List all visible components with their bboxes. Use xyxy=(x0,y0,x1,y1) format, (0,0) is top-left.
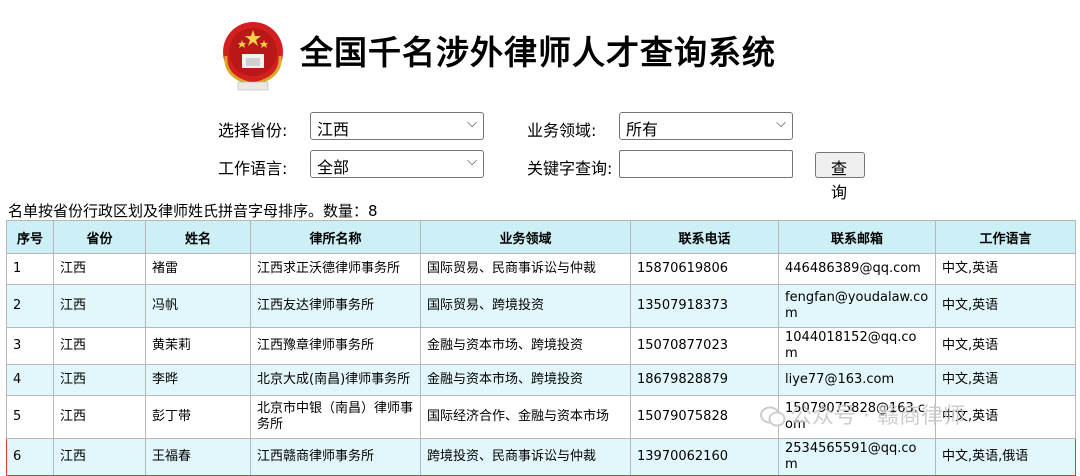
cell-firm: 江西求正沃德律师事务所 xyxy=(250,253,421,285)
cell-name: 褚雷 xyxy=(145,253,251,285)
cell-name: 黄茉莉 xyxy=(145,327,251,365)
cell-firm: 江西赣商律师事务所 xyxy=(250,438,421,476)
cell-email: 2534565591@qq.com xyxy=(778,438,936,476)
language-label: 工作语言: xyxy=(218,159,288,178)
cell-index: 1 xyxy=(6,253,54,285)
province-select[interactable]: 江西 ⌵ xyxy=(310,112,484,140)
column-header: 工作语言 xyxy=(935,220,1076,254)
keyword-input[interactable] xyxy=(619,150,793,178)
cell-province: 江西 xyxy=(53,284,146,328)
cell-name: 冯帆 xyxy=(145,284,251,328)
cell-phone: 15870619806 xyxy=(630,253,779,285)
table-row: 1 江西 褚雷 江西求正沃德律师事务所 国际贸易、民商事诉讼与仲裁 158706… xyxy=(6,253,1076,285)
cell-email: 446486389@qq.com xyxy=(778,253,936,285)
province-label: 选择省份: xyxy=(218,121,288,140)
chevron-down-icon: ⌵ xyxy=(467,154,477,169)
cell-language: 中文,英语 xyxy=(935,364,1076,396)
cell-index: 3 xyxy=(6,327,54,365)
table-row: 2 江西 冯帆 江西友达律师事务所 国际贸易、跨境投资 13507918373 … xyxy=(6,284,1076,328)
cell-firm: 北京市中银（南昌）律师事务所 xyxy=(250,395,421,439)
watermark-text: 公众号 · 赣商律师 xyxy=(790,404,965,429)
cell-index: 2 xyxy=(6,284,54,328)
national-emblem-icon xyxy=(223,22,283,91)
domain-select-value: 所有 xyxy=(626,120,659,139)
cell-name: 李晔 xyxy=(145,364,251,396)
cell-email: 1044018152@qq.com xyxy=(778,327,936,365)
cell-domain: 金融与资本市场、跨境投资 xyxy=(420,364,631,396)
column-header: 序号 xyxy=(6,220,54,254)
cell-language: 中文,英语 xyxy=(935,284,1076,328)
cell-domain: 跨境投资、民商事诉讼与仲裁 xyxy=(420,438,631,476)
cell-name: 彭丁带 xyxy=(145,395,251,439)
wechat-icon xyxy=(760,406,786,427)
table-header-row: 序号 省份 姓名 律所名称 业务领域 联系电话 联系邮箱 工作语言 xyxy=(6,220,1076,254)
cell-firm: 江西豫章律师事务所 xyxy=(250,327,421,365)
cell-index: 5 xyxy=(6,395,54,439)
cell-province: 江西 xyxy=(53,395,146,439)
result-summary: 名单按省份行政区划及律师姓氏拼音字母排序。数量：8 xyxy=(8,202,378,220)
search-button[interactable]: 查 询 xyxy=(815,152,865,202)
cell-province: 江西 xyxy=(53,364,146,396)
page-title: 全国千名涉外律师人才查询系统 xyxy=(300,33,776,72)
chevron-down-icon: ⌵ xyxy=(467,116,477,131)
column-header: 业务领域 xyxy=(420,220,631,254)
cell-domain: 国际贸易、跨境投资 xyxy=(420,284,631,328)
chevron-down-icon: ⌵ xyxy=(776,116,786,131)
keyword-label: 关键字查询: xyxy=(527,159,613,178)
domain-select[interactable]: 所有 ⌵ xyxy=(619,112,793,140)
column-header: 律所名称 xyxy=(250,220,421,254)
table-row: 4 江西 李晔 北京大成(南昌)律师事务所 金融与资本市场、跨境投资 18679… xyxy=(6,364,1076,396)
cell-phone: 15079075828 xyxy=(630,395,779,439)
cell-firm: 江西友达律师事务所 xyxy=(250,284,421,328)
cell-phone: 18679828879 xyxy=(630,364,779,396)
language-select[interactable]: 全部 ⌵ xyxy=(310,150,484,178)
watermark: 公众号 · 赣商律师 xyxy=(760,398,965,430)
cell-domain: 国际经济合作、金融与资本市场 xyxy=(420,395,631,439)
cell-domain: 金融与资本市场、跨境投资 xyxy=(420,327,631,365)
cell-name: 王福春 xyxy=(145,438,251,476)
cell-language: 中文,英语 xyxy=(935,253,1076,285)
lawyer-table: 序号 省份 姓名 律所名称 业务领域 联系电话 联系邮箱 工作语言 1 江西 褚… xyxy=(6,220,1076,476)
cell-firm: 北京大成(南昌)律师事务所 xyxy=(250,364,421,396)
cell-phone: 13970062160 xyxy=(630,438,779,476)
cell-province: 江西 xyxy=(53,438,146,476)
domain-label: 业务领域: xyxy=(527,121,597,140)
cell-province: 江西 xyxy=(53,327,146,365)
cell-language: 中文,英语 xyxy=(935,327,1076,365)
cell-index: 4 xyxy=(6,364,54,396)
cell-language: 中文,英语,俄语 xyxy=(935,438,1076,476)
cell-domain: 国际贸易、民商事诉讼与仲裁 xyxy=(420,253,631,285)
column-header: 联系邮箱 xyxy=(778,220,936,254)
cell-phone: 13507918373 xyxy=(630,284,779,328)
cell-index: 6 xyxy=(6,438,54,476)
table-row-highlighted: 6 江西 王福春 江西赣商律师事务所 跨境投资、民商事诉讼与仲裁 1397006… xyxy=(6,438,1076,476)
table-row: 3 江西 黄茉莉 江西豫章律师事务所 金融与资本市场、跨境投资 15070877… xyxy=(6,327,1076,365)
column-header: 省份 xyxy=(53,220,146,254)
column-header: 姓名 xyxy=(145,220,251,254)
language-select-value: 全部 xyxy=(317,158,350,177)
cell-email: fengfan@youdalaw.com xyxy=(778,284,936,328)
cell-email: liye77@163.com xyxy=(778,364,936,396)
province-select-value: 江西 xyxy=(317,120,350,139)
cell-phone: 15070877023 xyxy=(630,327,779,365)
column-header: 联系电话 xyxy=(630,220,779,254)
cell-province: 江西 xyxy=(53,253,146,285)
